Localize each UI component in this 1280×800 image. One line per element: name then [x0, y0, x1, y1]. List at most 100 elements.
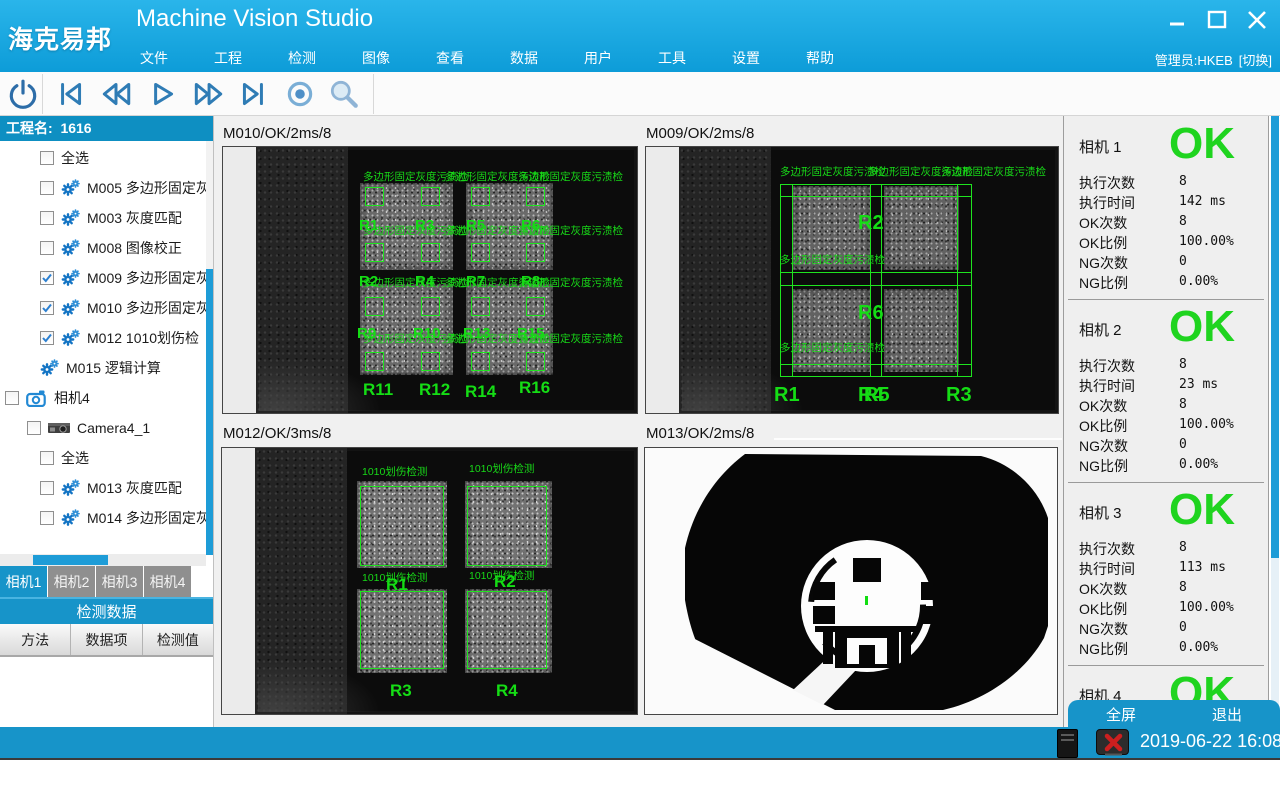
roi-annotation: 多边形固定灰度污渍检 [518, 278, 623, 289]
search-icon[interactable] [326, 77, 362, 111]
tree-item-m005[interactable]: M005 多边形固定灰 [0, 177, 206, 199]
menu-item-6[interactable]: 数据 [510, 48, 538, 68]
tree-item-m003[interactable]: M003 灰度匹配 [0, 207, 206, 229]
roi-label: R2 [858, 213, 884, 233]
tree-item-m012[interactable]: M012 1010划伤检 [0, 327, 206, 349]
camera-view-m009[interactable]: R2R6R1R4R5R3多边形固定灰度污渍检多边形固定灰度污渍检多边形固定灰度污… [645, 146, 1059, 414]
panel-vertical-scrollbar[interactable] [1271, 116, 1279, 727]
toolbar-separator [42, 74, 43, 114]
close-button[interactable] [1244, 8, 1270, 32]
menu-item-10[interactable]: 帮助 [806, 48, 834, 68]
minimize-button[interactable] [1164, 8, 1190, 32]
tree-item-m010[interactable]: M010 多边形固定灰 [0, 297, 206, 319]
monitor-disconnected-icon[interactable] [1096, 729, 1129, 755]
tree-item-m008[interactable]: M008 图像校正 [0, 237, 206, 259]
roi-overlay: R1R2R3R41010划伤检测1010划伤检测1010划伤检测1010划伤检测 [222, 448, 637, 714]
tree-vertical-scrollbar[interactable] [206, 141, 213, 554]
play-icon[interactable] [144, 77, 180, 111]
rewind-icon[interactable] [98, 77, 134, 111]
view-title-m010: M010/OK/2ms/8 [223, 125, 331, 142]
stat-label: OK次数 [1079, 396, 1127, 416]
switch-user-link[interactable]: [切换] [1239, 50, 1272, 69]
checkbox[interactable] [40, 481, 54, 495]
camera-view-m013[interactable] [644, 447, 1058, 715]
tree-item-全选[interactable]: 全选 [0, 447, 206, 469]
roi-box [526, 243, 545, 262]
roi-label: R16 [519, 379, 550, 396]
tree-item-m013[interactable]: M013 灰度匹配 [0, 477, 206, 499]
power-icon[interactable] [5, 77, 41, 111]
menu-item-8[interactable]: 工具 [658, 48, 686, 68]
tab-相机4[interactable]: 相机4 [144, 566, 191, 597]
tab-相机1[interactable]: 相机1 [0, 566, 47, 597]
skip-to-start-icon[interactable] [52, 77, 88, 111]
status-ok: OK [1169, 305, 1235, 349]
admin-label: 管理员:HKEB [1155, 50, 1233, 69]
roi-box [421, 187, 440, 206]
checkbox-checked[interactable] [40, 301, 54, 315]
exit-button[interactable]: 退出 [1174, 700, 1280, 728]
machine-vision-studio-window: { "window": { "logo": "海克易邦", "title": "… [0, 0, 1280, 800]
menu-item-3[interactable]: 检测 [288, 48, 316, 68]
separator [1068, 665, 1264, 666]
tree-item-m014[interactable]: M014 多边形固定灰 [0, 507, 206, 529]
menu-item-5[interactable]: 查看 [436, 48, 464, 68]
tab-相机2[interactable]: 相机2 [48, 566, 95, 597]
stat-label: 执行时间 [1079, 376, 1135, 396]
checkbox[interactable] [40, 451, 54, 465]
stat-value: 0.00% [1179, 274, 1218, 289]
stat-value: 8 [1179, 540, 1187, 555]
roi-label: R1 [774, 385, 800, 405]
fast-forward-icon[interactable] [190, 77, 226, 111]
tree-item-m015[interactable]: M015 逻辑计算 [0, 357, 206, 379]
roi-box [467, 591, 547, 669]
checkbox[interactable] [40, 511, 54, 525]
roi-annotation: 多边形固定灰度污渍检 [518, 334, 623, 345]
camera-view-m010[interactable]: R1R3R5R6R2R4R7R8R9R10R13R15R11R12R14R16多… [222, 146, 638, 414]
menu-item-2[interactable]: 工程 [214, 48, 242, 68]
roi-box [365, 243, 384, 262]
checkbox[interactable] [27, 421, 41, 435]
checkbox[interactable] [40, 151, 54, 165]
checkbox[interactable] [40, 181, 54, 195]
checkbox[interactable] [5, 391, 19, 405]
pc-tower-icon [1057, 729, 1078, 758]
roi-box [421, 243, 440, 262]
roi-box [365, 187, 384, 206]
gear-icon [61, 299, 80, 317]
title-underline [774, 438, 1062, 440]
tree-item-相机4[interactable]: 相机4 [0, 387, 206, 409]
tab-相机3[interactable]: 相机3 [96, 566, 143, 597]
checkbox[interactable] [40, 241, 54, 255]
checkbox-checked[interactable] [40, 331, 54, 345]
roi-box [526, 187, 545, 206]
skip-to-end-icon[interactable] [236, 77, 272, 111]
maximize-button[interactable] [1204, 8, 1230, 32]
checkbox[interactable] [40, 211, 54, 225]
record-icon[interactable] [282, 77, 318, 111]
window-controls [1164, 8, 1270, 32]
menu-item-4[interactable]: 图像 [362, 48, 390, 68]
tree-item-全选[interactable]: 全选 [0, 147, 206, 169]
menu-item-9[interactable]: 设置 [732, 48, 760, 68]
checkbox-checked[interactable] [40, 271, 54, 285]
stat-value: 8 [1179, 580, 1187, 595]
stat-value: 0 [1179, 620, 1187, 635]
tree-horizontal-scrollbar[interactable] [0, 554, 206, 566]
roi-box [421, 352, 440, 371]
roi-label: R11 [363, 381, 393, 398]
roi-annotation: 1010划伤检测 [362, 573, 427, 584]
fullscreen-button[interactable]: 全屏 [1068, 700, 1174, 728]
roi-annotation: 多边形固定灰度污渍检 [780, 343, 885, 354]
sidebar: 工程名: 1616 全选M005 多边形固定灰M003 灰度匹配M008 图像校… [0, 116, 213, 727]
tree-item-camera4_1[interactable]: Camera4_1 [0, 417, 206, 439]
roi-annotation: 多边形固定灰度污渍检 [518, 226, 623, 237]
camera-stat-block-1: 相机 1OK执行次数8执行时间142 msOK次数8OK比例100.00%NG次… [1064, 136, 1269, 319]
menu-item-7[interactable]: 用户 [584, 48, 612, 68]
menu-item-1[interactable]: 文件 [140, 48, 168, 68]
camera-view-m012[interactable]: R1R2R3R41010划伤检测1010划伤检测1010划伤检测1010划伤检测 [221, 447, 638, 715]
stat-label: 执行次数 [1079, 173, 1135, 193]
tree-item-m009[interactable]: M009 多边形固定灰 [0, 267, 206, 289]
menu-bar: 文件 工程 检测 图像 查看 数据 用户 工具 设置 帮助 [140, 48, 834, 68]
project-name: 1616 [60, 120, 91, 136]
